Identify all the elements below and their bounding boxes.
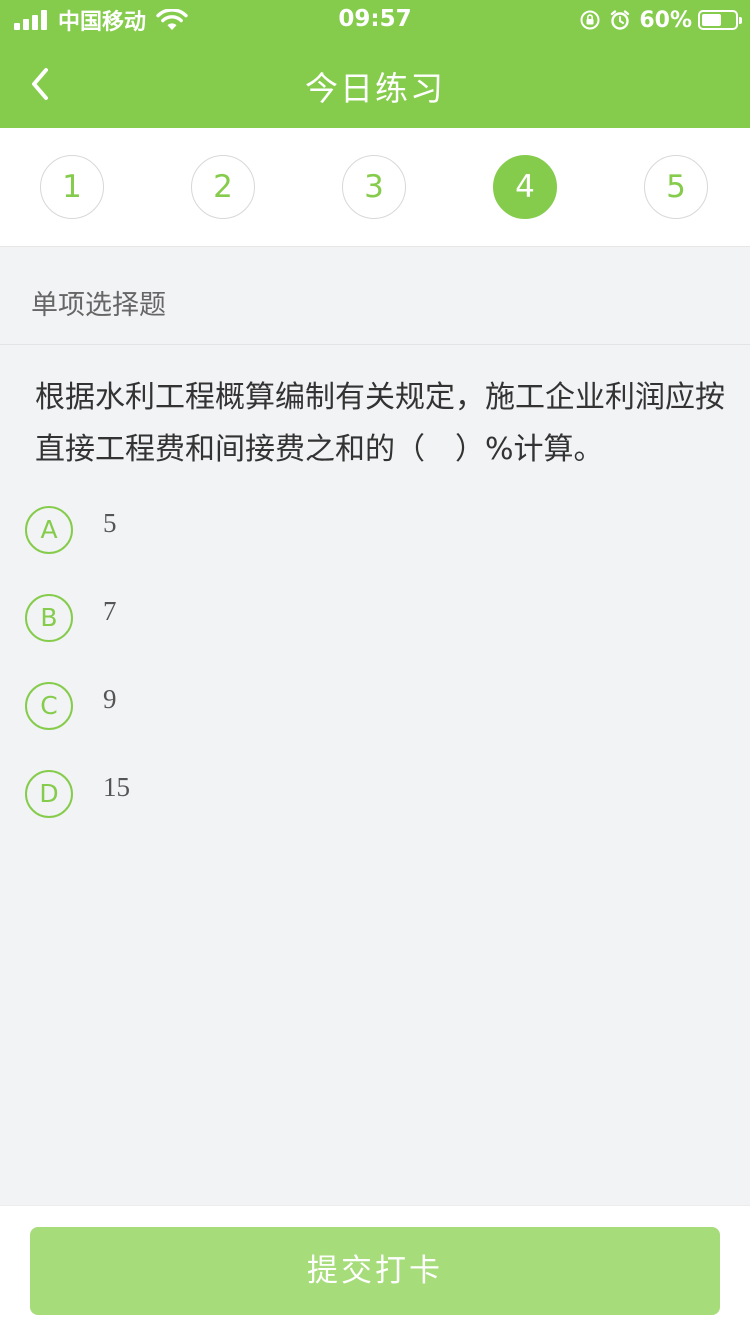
- option-text: 7: [103, 596, 117, 626]
- submit-checkin-button[interactable]: 提交打卡: [30, 1227, 720, 1315]
- battery-icon: [698, 10, 742, 30]
- battery-level-fill: [702, 14, 722, 26]
- alarm-icon: [611, 10, 630, 30]
- option-d[interactable]: D 15: [25, 770, 625, 822]
- step-3[interactable]: 3: [342, 155, 406, 219]
- option-letter-badge: C: [25, 682, 73, 730]
- status-right: 60%: [579, 6, 742, 34]
- question-type-row: 单项选择题: [0, 247, 750, 345]
- step-2[interactable]: 2: [191, 155, 255, 219]
- option-text: 9: [103, 684, 117, 714]
- question-type-label: 单项选择题: [31, 290, 166, 321]
- step-1[interactable]: 1: [40, 155, 104, 219]
- question-text: 根据水利工程概算编制有关规定，施工企业利润应按直接工程费和间接费之和的（ ）%计…: [35, 380, 725, 467]
- option-b[interactable]: B 7: [25, 594, 625, 646]
- footer-bar: 提交打卡: [0, 1205, 750, 1335]
- option-text: 5: [103, 508, 117, 538]
- option-c[interactable]: C 9: [25, 682, 625, 734]
- option-letter-badge: D: [25, 770, 73, 818]
- step-4[interactable]: 4: [493, 155, 557, 219]
- page-title: 今日练习: [305, 69, 445, 108]
- step-5[interactable]: 5: [644, 155, 708, 219]
- status-bar: 中国移动 09:57 60%: [0, 0, 750, 40]
- option-a[interactable]: A 5: [25, 506, 625, 558]
- question-step-nav: 1 2 3 4 5: [0, 128, 750, 247]
- orientation-lock-icon: [580, 10, 600, 30]
- battery-percent: 60%: [639, 7, 692, 33]
- battery-cap: [739, 17, 742, 24]
- option-letter-badge: A: [25, 506, 73, 554]
- option-text: 15: [103, 772, 130, 802]
- app-header: 中国移动 09:57 60% 今日练习: [0, 0, 750, 128]
- option-letter-badge: B: [25, 594, 73, 642]
